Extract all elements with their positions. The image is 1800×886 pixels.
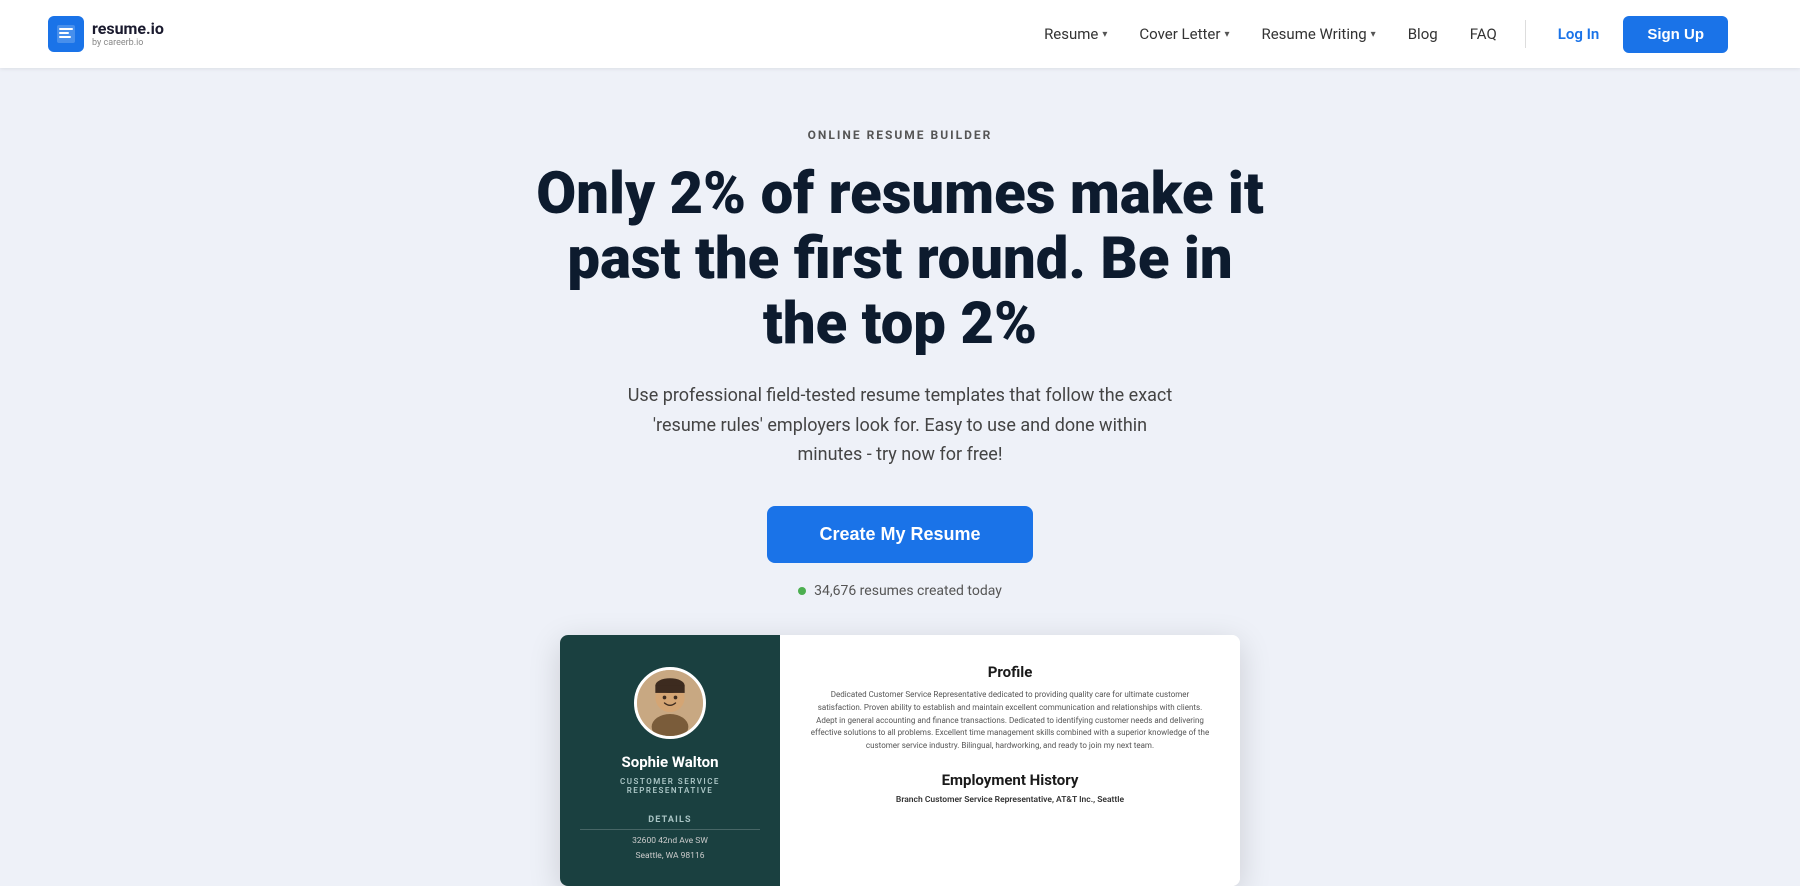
- resume-candidate-title: CUSTOMER SERVICEREPRESENTATIVE: [620, 777, 720, 795]
- chevron-down-icon: ▾: [1102, 29, 1107, 40]
- resume-address1: 32600 42nd Ave SW: [580, 836, 760, 848]
- logo-sub-text: by careerb.io: [92, 39, 164, 48]
- nav-label-cover-letter: Cover Letter: [1139, 25, 1220, 43]
- resume-profile-heading: Profile: [808, 663, 1212, 681]
- nav-label-faq: FAQ: [1470, 25, 1497, 43]
- logo[interactable]: resume.io by careerb.io: [48, 16, 164, 52]
- nav-label-blog: Blog: [1408, 25, 1438, 43]
- chevron-down-icon: ▾: [1224, 29, 1229, 40]
- resume-details-label: Details: [580, 815, 760, 830]
- stats-dot-icon: [798, 587, 806, 595]
- nav-item-cover-letter[interactable]: Cover Letter ▾: [1127, 17, 1241, 51]
- hero-eyebrow: ONLINE RESUME BUILDER: [48, 128, 1752, 142]
- nav-divider: [1525, 20, 1526, 48]
- hero-section: ONLINE RESUME BUILDER Only 2% of resumes…: [0, 68, 1800, 886]
- chevron-down-icon: ▾: [1371, 29, 1376, 40]
- nav-item-blog[interactable]: Blog: [1396, 17, 1450, 51]
- resume-employment-heading: Employment History: [808, 771, 1212, 789]
- navbar: resume.io by careerb.io Resume ▾ Cover L…: [0, 0, 1800, 68]
- stats-text: 34,676 resumes created today: [814, 583, 1002, 599]
- resume-details-section: Details 32600 42nd Ave SW Seattle, WA 98…: [580, 815, 760, 866]
- nav-item-resume-writing[interactable]: Resume Writing ▾: [1249, 17, 1387, 51]
- resume-preview: Sophie Walton CUSTOMER SERVICEREPRESENTA…: [48, 635, 1752, 886]
- login-button[interactable]: Log In: [1542, 17, 1616, 51]
- logo-icon: [48, 16, 84, 52]
- hero-subtitle: Use professional field-tested resume tem…: [620, 381, 1180, 470]
- nav-label-resume-writing: Resume Writing: [1261, 25, 1366, 43]
- resume-right-panel: Profile Dedicated Customer Service Repre…: [780, 635, 1240, 886]
- nav-label-resume: Resume: [1044, 25, 1098, 43]
- logo-main-text: resume.io: [92, 21, 164, 37]
- resume-profile-text: Dedicated Customer Service Representativ…: [808, 689, 1212, 753]
- nav-item-resume[interactable]: Resume ▾: [1032, 17, 1119, 51]
- resume-left-panel: Sophie Walton CUSTOMER SERVICEREPRESENTA…: [560, 635, 780, 886]
- resume-card: Sophie Walton CUSTOMER SERVICEREPRESENTA…: [560, 635, 1240, 886]
- create-resume-button[interactable]: Create My Resume: [767, 506, 1032, 563]
- resume-candidate-name: Sophie Walton: [622, 753, 719, 771]
- nav-links: Resume ▾ Cover Letter ▾ Resume Writing ▾…: [1032, 16, 1728, 53]
- hero-title: Only 2% of resumes make it past the firs…: [520, 162, 1280, 357]
- signup-button[interactable]: Sign Up: [1623, 16, 1728, 53]
- avatar: [634, 667, 706, 739]
- resume-address2: Seattle, WA 98116: [580, 851, 760, 863]
- nav-item-faq[interactable]: FAQ: [1458, 17, 1509, 51]
- hero-stats: 34,676 resumes created today: [48, 583, 1752, 599]
- logo-text: resume.io by careerb.io: [92, 21, 164, 48]
